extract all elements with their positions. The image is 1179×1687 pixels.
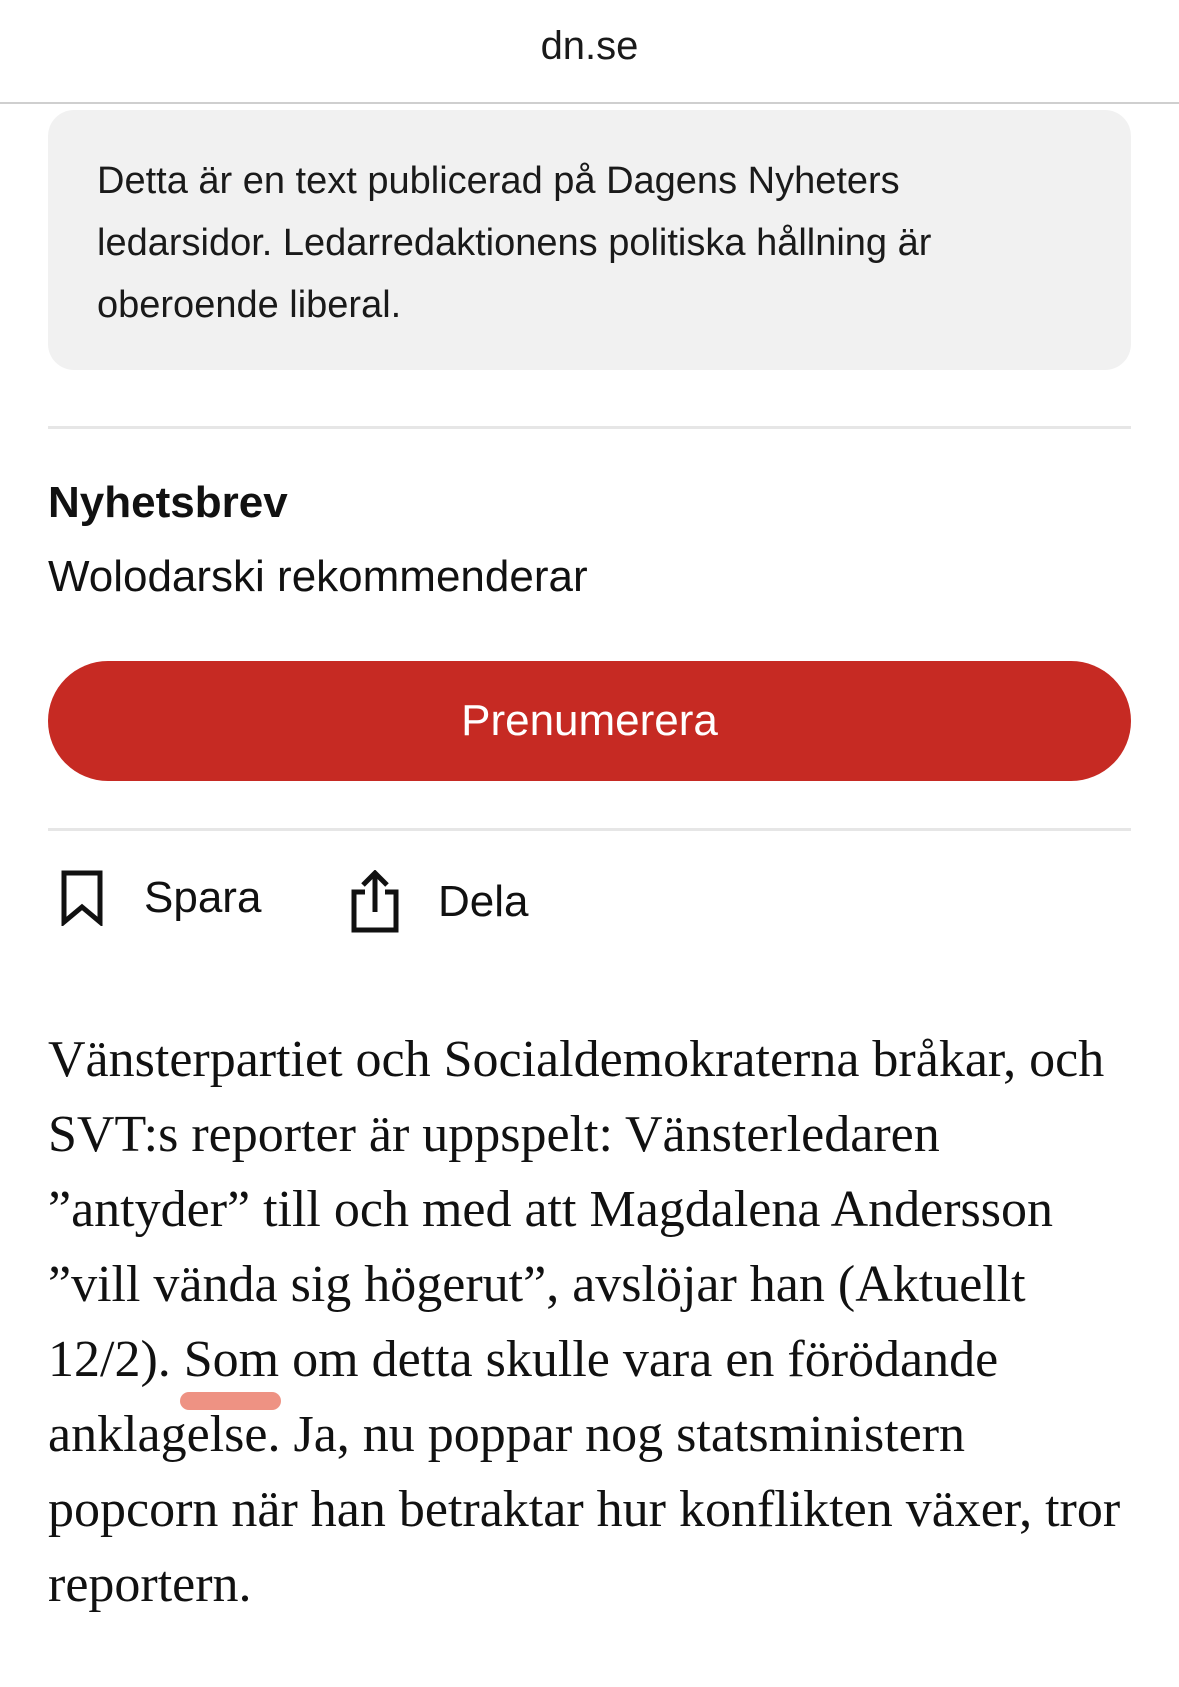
- editorial-notice: Detta är en text publicerad på Dagens Ny…: [48, 110, 1131, 370]
- article-paragraph: Vänsterpartiet och Socialdemokraterna br…: [48, 1022, 1148, 1622]
- divider: [48, 828, 1131, 831]
- browser-address-bar[interactable]: dn.se: [0, 0, 1179, 104]
- save-label: Spara: [144, 873, 262, 922]
- share-label: Dela: [438, 877, 529, 926]
- share-button[interactable]: Dela: [350, 870, 529, 934]
- subscribe-button[interactable]: Prenumerera: [48, 661, 1131, 781]
- bookmark-icon: [60, 870, 104, 926]
- save-button[interactable]: Spara: [60, 870, 261, 926]
- share-icon: [350, 870, 400, 934]
- newsletter-subtitle: Wolodarski rekommenderar: [48, 552, 588, 601]
- divider: [48, 426, 1131, 429]
- newsletter-title: Nyhetsbrev: [48, 478, 288, 527]
- domain-label: dn.se: [540, 23, 639, 68]
- notice-text: Detta är en text publicerad på Dagens Ny…: [97, 160, 932, 326]
